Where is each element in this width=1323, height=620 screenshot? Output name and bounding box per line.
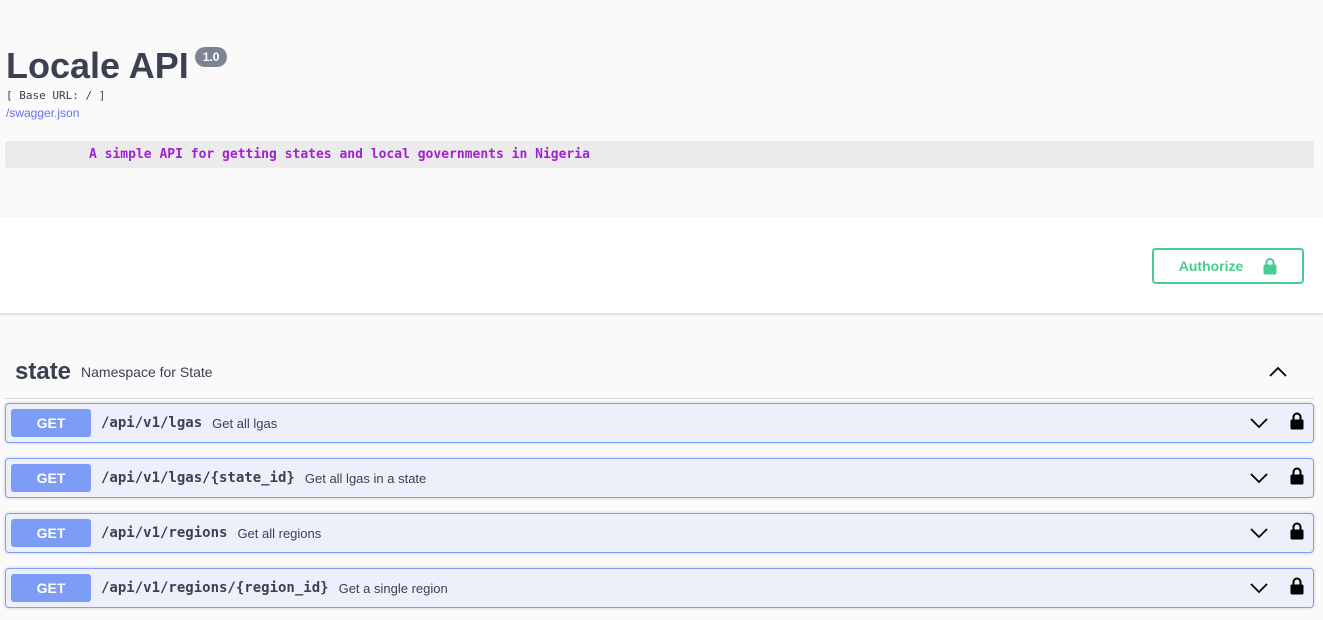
- chevron-up-icon[interactable]: [1268, 362, 1288, 382]
- lock-icon[interactable]: [1290, 522, 1304, 540]
- method-badge: GET: [11, 574, 91, 602]
- chevron-down-icon[interactable]: [1249, 525, 1269, 541]
- swagger-json-link[interactable]: /swagger.json: [6, 106, 79, 120]
- authorize-label: Authorize: [1178, 258, 1244, 274]
- authorize-button[interactable]: Authorize: [1152, 248, 1304, 284]
- tag-name: state: [15, 357, 72, 385]
- method-badge: GET: [11, 409, 91, 437]
- lock-icon[interactable]: [1290, 577, 1304, 595]
- chevron-down-icon[interactable]: [1249, 470, 1269, 486]
- tag-description: Namespace for State: [81, 363, 213, 380]
- operation-path: /api/v1/lgas/{state_id}: [101, 470, 295, 486]
- title-row: Locale API 1.0: [6, 44, 228, 88]
- api-title: Locale API: [6, 45, 189, 86]
- operation-path: /api/v1/regions/{region_id}: [101, 580, 329, 596]
- method-badge: GET: [11, 464, 91, 492]
- base-url: [ Base URL: / ]: [6, 89, 106, 102]
- operation-summary: Get all regions: [237, 525, 322, 541]
- lock-icon[interactable]: [1290, 467, 1304, 485]
- scheme-container: Authorize: [0, 217, 1323, 314]
- chevron-down-icon[interactable]: [1249, 415, 1269, 431]
- operation-get-lgas-by-state[interactable]: GET /api/v1/lgas/{state_id} Get all lgas…: [5, 458, 1314, 498]
- operation-path: /api/v1/regions: [101, 525, 228, 541]
- method-badge: GET: [11, 519, 91, 547]
- operation-get-regions[interactable]: GET /api/v1/regions Get all regions: [5, 513, 1314, 553]
- chevron-down-icon[interactable]: [1249, 580, 1269, 596]
- operation-path: /api/v1/lgas: [101, 415, 203, 431]
- operation-summary: Get all lgas in a state: [304, 470, 427, 486]
- version-badge: 1.0: [194, 47, 228, 67]
- tag-header[interactable]: state Namespace for State: [5, 345, 1314, 399]
- lock-icon[interactable]: [1290, 412, 1304, 430]
- operation-get-region-by-id[interactable]: GET /api/v1/regions/{region_id} Get a si…: [5, 568, 1314, 608]
- api-description-text: A simple API for getting states and loca…: [89, 147, 590, 162]
- operation-summary: Get a single region: [338, 580, 448, 596]
- operation-get-lgas[interactable]: GET /api/v1/lgas Get all lgas: [5, 403, 1314, 443]
- operation-summary: Get all lgas: [212, 415, 278, 431]
- api-description: A simple API for getting states and loca…: [5, 141, 1314, 168]
- lock-open-icon: [1263, 258, 1277, 275]
- api-info: Locale API 1.0 [ Base URL: / ] /swagger.…: [0, 0, 1323, 217]
